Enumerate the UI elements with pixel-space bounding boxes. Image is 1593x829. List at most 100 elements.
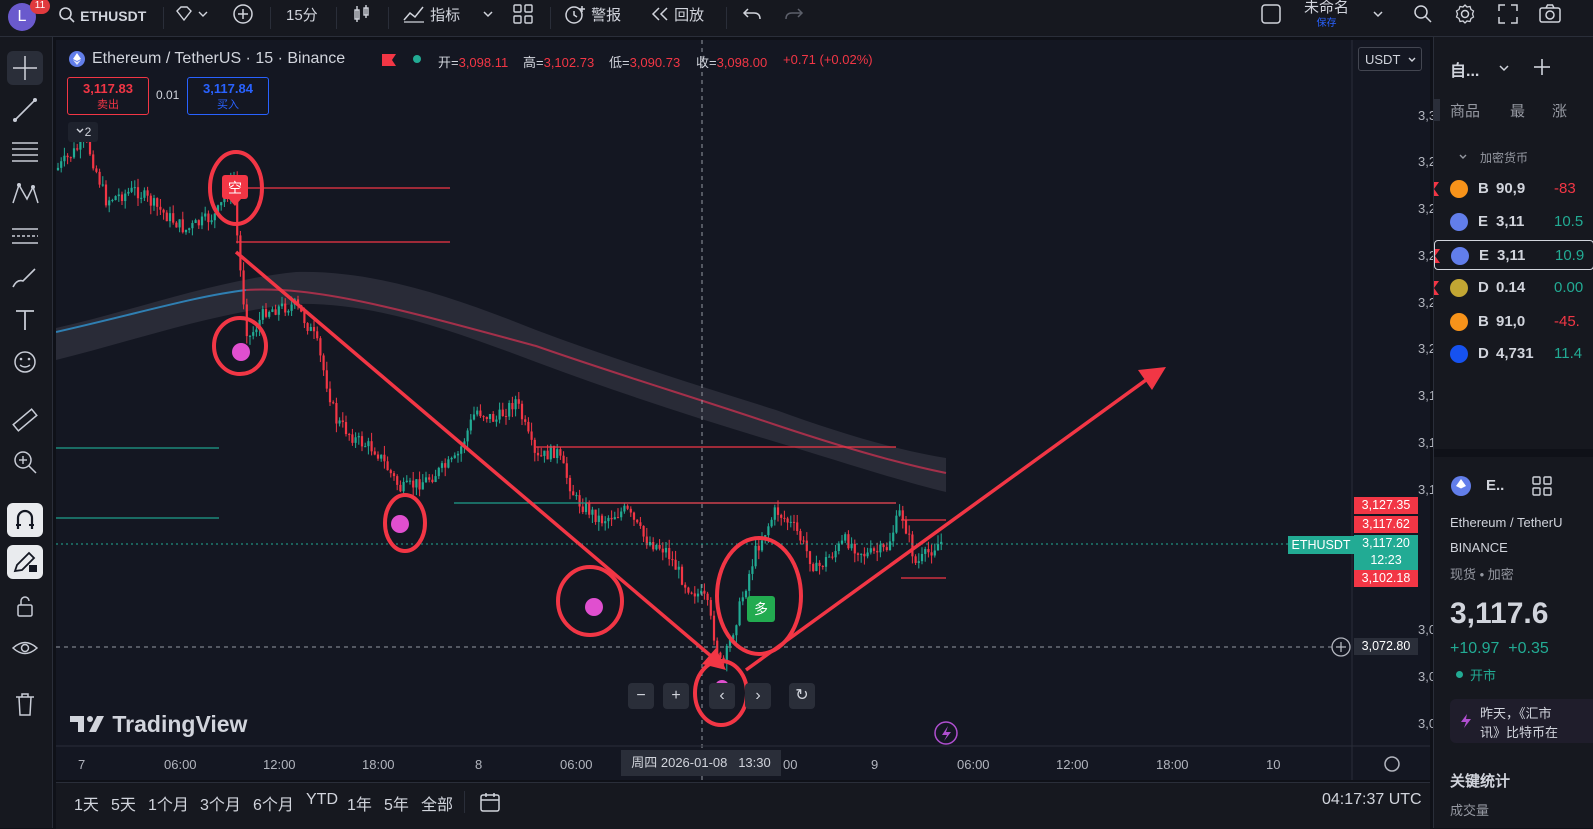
row-change: -83 (1554, 180, 1576, 197)
alert-label: 警报 (591, 7, 622, 24)
range-all[interactable]: 全部 (421, 791, 453, 815)
settings-button[interactable] (1454, 0, 1476, 36)
watchlist-row[interactable]: B 91,0 -45. (1434, 307, 1593, 337)
range-5y[interactable]: 5年 (384, 791, 409, 815)
forecast-tool[interactable] (7, 219, 43, 253)
remove-drawings-tool[interactable] (7, 687, 43, 721)
fullscreen-toggle[interactable] (1260, 0, 1282, 36)
range-1d[interactable]: 1天 (74, 791, 99, 815)
col-symbol[interactable]: 商品 (1450, 100, 1480, 121)
col-last[interactable]: 最 (1510, 100, 1525, 121)
legend-collapse-button[interactable]: 2 (68, 122, 98, 142)
zoom-in-button[interactable]: + (663, 683, 689, 709)
buy-button[interactable]: 3,117.84 买入 (187, 77, 269, 115)
bar-countdown: 12:23 (1370, 553, 1402, 567)
range-ytd[interactable]: YTD (306, 791, 338, 809)
range-1m[interactable]: 1个月 (148, 791, 189, 815)
row-change: 10.9 (1555, 247, 1585, 264)
symbol-title[interactable]: Ethereum / TetherUS · 15 · Binance (92, 50, 345, 68)
interval-button[interactable]: 15分 (286, 0, 318, 36)
pattern-tool[interactable] (7, 177, 43, 211)
details-name: Ethereum / TetherU (1450, 515, 1563, 530)
indicators-button[interactable]: 指标 (402, 0, 460, 36)
zoom-tool[interactable] (7, 445, 43, 479)
chevron-down-icon[interactable] (1458, 152, 1468, 162)
quick-search-button[interactable] (1412, 0, 1434, 36)
layouts-button[interactable] (512, 0, 534, 36)
diamond-menu-button[interactable] (174, 0, 208, 36)
details-symbol[interactable]: E.. (1486, 477, 1504, 494)
currency-value: USDT (1365, 52, 1401, 67)
watchlist-row[interactable]: E 3,11 10.5 (1434, 207, 1593, 237)
replay-button[interactable]: 回放 (650, 0, 704, 36)
undo-button[interactable] (742, 0, 762, 36)
text-icon (16, 310, 34, 330)
zoom-out-button[interactable]: − (628, 683, 654, 709)
buy-label: 买入 (217, 99, 239, 111)
magic-search-icon (1414, 5, 1432, 23)
brush-tool[interactable] (7, 261, 43, 295)
fullscreen-button[interactable] (1497, 0, 1519, 36)
indicators-dropdown[interactable] (482, 0, 494, 36)
scroll-right-button[interactable]: › (745, 683, 771, 709)
chevron-down-icon[interactable] (1498, 62, 1510, 74)
emoji-tool[interactable] (7, 345, 43, 379)
magnet-icon (16, 509, 34, 529)
flag-icon[interactable] (382, 53, 396, 66)
ohlc-high: 高=3,102.73 (523, 52, 594, 71)
add-symbol-button[interactable] (232, 0, 254, 36)
eye-icon (11, 641, 39, 655)
measure-tool[interactable] (7, 403, 43, 437)
range-3m[interactable]: 3个月 (200, 791, 241, 815)
text-tool[interactable] (7, 303, 43, 337)
range-1y[interactable]: 1年 (347, 791, 372, 815)
price-label: 3,117.62 (1354, 516, 1418, 533)
range-5d[interactable]: 5天 (111, 791, 136, 815)
watchlist-row[interactable]: D 4,731 11.4 (1434, 339, 1593, 369)
news-card[interactable]: 昨天，《汇市 讯》比特币在 (1450, 699, 1593, 743)
currency-select[interactable]: USDT (1358, 47, 1422, 71)
redo-button[interactable] (784, 0, 804, 36)
reset-chart-button[interactable]: ↻ (789, 683, 815, 709)
watchlist-row[interactable]: D 0.14 0.00 (1434, 273, 1593, 303)
chart-type-button[interactable] (352, 0, 372, 36)
range-6m[interactable]: 6个月 (253, 791, 294, 815)
lock-drawings-tool[interactable] (7, 589, 43, 623)
sell-price: 3,117.83 (83, 81, 133, 96)
chart-pane[interactable]: 空 多 Ethereum / TetherUS · 15 · Binance 开… (56, 40, 1469, 780)
layout-name-button[interactable]: 未命名 保存 (1304, 0, 1349, 36)
open-label: 开= (438, 55, 459, 70)
stay-in-drawing-mode-tool[interactable] (7, 545, 43, 579)
utc-clock[interactable]: 04:17:37 UTC (1322, 791, 1422, 809)
trend-line-tool[interactable] (7, 93, 43, 127)
snapshot-button[interactable] (1538, 0, 1562, 36)
watchlist-row[interactable]: E 3,11 10.9 (1434, 240, 1593, 270)
goto-date-button[interactable] (479, 791, 501, 818)
sell-button[interactable]: 3,117.83 卖出 (67, 77, 149, 115)
magnet-tool[interactable] (7, 503, 43, 537)
time-tick: 10 (1266, 757, 1281, 772)
row-last: 0.14 (1496, 279, 1526, 296)
hide-drawings-tool[interactable] (7, 631, 43, 665)
price-label: 3,102.18 (1354, 570, 1418, 587)
col-change[interactable]: 涨 (1552, 100, 1567, 121)
watchlist-row[interactable]: B 90,9 -83 (1434, 174, 1593, 204)
axis-settings-icon[interactable] (1384, 756, 1400, 772)
crosshair-icon (13, 56, 37, 80)
zoom-in-icon (14, 451, 37, 474)
symbol-label: ETHUSDT (80, 8, 147, 24)
alert-button[interactable]: 警报 (563, 0, 621, 36)
section-crypto[interactable]: 加密货币 (1480, 149, 1528, 166)
buy-price: 3,117.84 (203, 81, 253, 96)
layout-dropdown[interactable] (1372, 0, 1384, 36)
plus-icon[interactable] (1532, 57, 1552, 77)
price-chart[interactable]: 空 多 (56, 40, 1430, 780)
redo-icon (785, 8, 804, 20)
grid-icon[interactable] (1531, 475, 1553, 497)
crosshair-tool[interactable] (7, 51, 43, 85)
scroll-left-button[interactable]: ‹ (709, 683, 735, 709)
sell-label: 卖出 (97, 99, 119, 111)
symbol-search-button[interactable]: ETHUSDT (58, 0, 146, 36)
watchlist-title[interactable]: 自... (1450, 57, 1479, 81)
fib-tool[interactable] (7, 135, 43, 169)
